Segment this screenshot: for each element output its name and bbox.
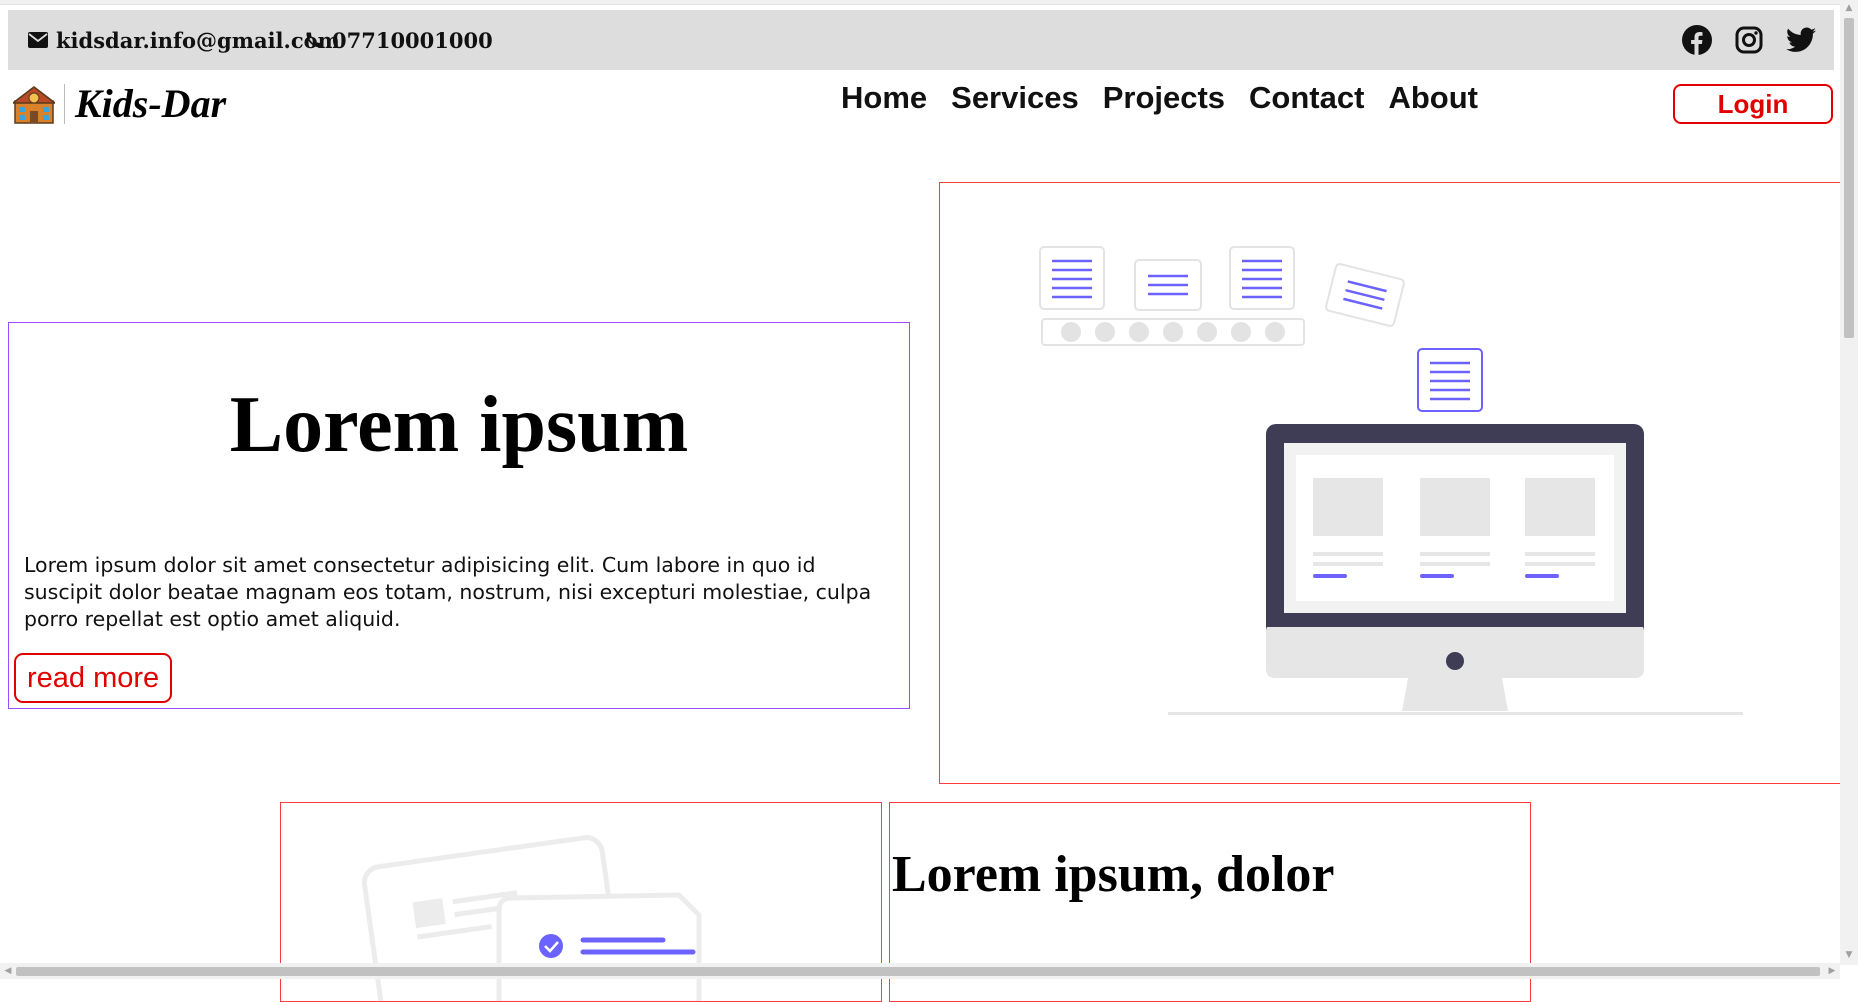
login-button[interactable]: Login bbox=[1673, 84, 1833, 124]
instagram-icon[interactable] bbox=[1734, 25, 1764, 55]
hero-text: Lorem ipsum dolor sit amet consectetur a… bbox=[24, 553, 872, 631]
horizontal-scroll-thumb[interactable] bbox=[16, 967, 1820, 976]
main-nav: Home Services Projects Contact About bbox=[841, 80, 1502, 116]
envelope-icon bbox=[28, 32, 48, 48]
scroll-up-arrow-icon[interactable]: ▲ bbox=[1841, 0, 1857, 16]
hero-card: Lorem ipsum Lorem ipsum dolor sit amet c… bbox=[8, 322, 910, 709]
nav-about[interactable]: About bbox=[1388, 80, 1478, 116]
read-more-button[interactable]: read more bbox=[14, 653, 173, 703]
scroll-down-arrow-icon[interactable]: ▼ bbox=[1841, 947, 1857, 963]
contact-email-text: kidsdar.info@gmail.com bbox=[56, 27, 340, 53]
computer-illustration bbox=[1039, 246, 1743, 715]
nav-home[interactable]: Home bbox=[841, 80, 927, 116]
contact-bar: kidsdar.info@gmail.com 07710001000 bbox=[8, 10, 1834, 70]
scroll-left-arrow-icon[interactable]: ◀ bbox=[0, 963, 16, 979]
school-building-icon[interactable] bbox=[10, 83, 58, 125]
logo-divider bbox=[64, 84, 65, 124]
hero-illustration bbox=[939, 182, 1841, 784]
phone-icon bbox=[306, 32, 322, 48]
hero-title: Lorem ipsum bbox=[229, 381, 689, 469]
facebook-icon[interactable] bbox=[1682, 25, 1712, 55]
feature-title: Lorem ipsum, dolor bbox=[892, 846, 1335, 903]
contact-phone[interactable]: 07710001000 bbox=[304, 10, 493, 70]
contact-phone-text: 07710001000 bbox=[332, 27, 493, 53]
scroll-right-arrow-icon[interactable]: ▶ bbox=[1824, 963, 1840, 979]
brand-name[interactable]: Kids-Dar bbox=[75, 80, 226, 127]
nav-projects[interactable]: Projects bbox=[1103, 80, 1225, 116]
social-links bbox=[1682, 10, 1816, 70]
nav-services[interactable]: Services bbox=[951, 80, 1079, 116]
twitter-icon[interactable] bbox=[1786, 25, 1816, 55]
nav-contact[interactable]: Contact bbox=[1249, 80, 1364, 116]
vertical-scroll-thumb[interactable] bbox=[1844, 18, 1854, 338]
window-top-edge bbox=[0, 0, 1858, 5]
contact-email[interactable]: kidsdar.info@gmail.com bbox=[28, 10, 340, 70]
